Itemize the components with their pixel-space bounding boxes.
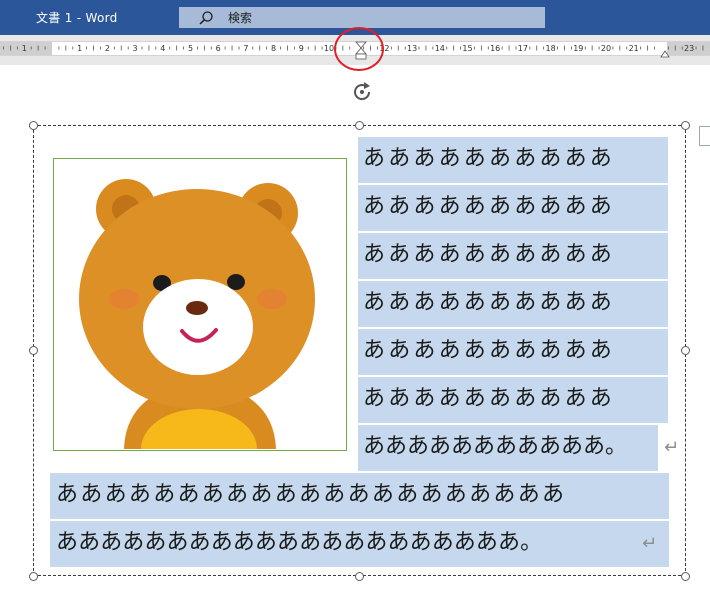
text-line-5[interactable]: ああああああああああ — [358, 329, 668, 375]
text-line-7[interactable]: あああああああああああ。 — [358, 425, 658, 471]
ruler-number: 21 — [629, 44, 639, 53]
resize-handle-bottom-left[interactable] — [29, 572, 38, 581]
resize-handle-top-center[interactable] — [355, 121, 364, 130]
text-line-1[interactable]: ああああああああああ — [358, 137, 668, 183]
ruler-number: 1 — [22, 44, 27, 53]
ruler-number: 3 — [133, 44, 138, 53]
search-placeholder: 検索 — [228, 11, 253, 25]
resize-handle-bottom-right[interactable] — [681, 572, 690, 581]
ruler-number: 23 — [684, 44, 694, 53]
ruler-number: 2 — [105, 44, 110, 53]
text-line-4[interactable]: ああああああああああ — [358, 281, 668, 327]
search-icon[interactable] — [198, 10, 214, 26]
ruler-number: 14 — [435, 44, 445, 53]
annotation-circle — [334, 27, 384, 71]
ruler-number: 7 — [243, 44, 248, 53]
text-line-9[interactable]: あああああああああああああああああああああ。 — [50, 521, 669, 567]
text-line-6[interactable]: ああああああああああ — [358, 377, 668, 423]
paragraph-mark-2: ↵ — [642, 533, 658, 554]
bear-picture[interactable] — [53, 158, 347, 451]
ruler-number: 20 — [601, 44, 611, 53]
ruler-number: 19 — [573, 44, 583, 53]
layout-options-icon[interactable] — [699, 126, 710, 146]
ruler-number: 8 — [271, 44, 276, 53]
ruler-number: 6 — [216, 44, 221, 53]
ruler-number: 9 — [299, 44, 304, 53]
ruler-number: 18 — [546, 44, 556, 53]
text-line-2[interactable]: ああああああああああ — [358, 185, 668, 231]
resize-handle-top-right[interactable] — [681, 121, 690, 130]
ruler-number: 1 — [77, 44, 82, 53]
paragraph-mark: ↵ — [664, 437, 680, 458]
resize-handle-top-left[interactable] — [29, 121, 38, 130]
text-line-3[interactable]: ああああああああああ — [358, 233, 668, 279]
rotate-handle-icon[interactable] — [350, 80, 374, 104]
resize-handle-middle-right[interactable] — [681, 346, 690, 355]
right-indent-marker[interactable] — [660, 50, 670, 58]
ruler-number: 17 — [518, 44, 528, 53]
resize-handle-middle-left[interactable] — [29, 346, 38, 355]
window-title: 文書 1 - Word — [36, 11, 118, 25]
resize-handle-bottom-center[interactable] — [355, 572, 364, 581]
ruler-number: 16 — [490, 44, 500, 53]
text-line-8[interactable]: あああああああああああああああああああああ — [50, 473, 669, 519]
ruler-number: 10 — [324, 44, 334, 53]
ruler-number: 4 — [160, 44, 165, 53]
ruler-number: 5 — [188, 44, 193, 53]
bear-illustration-icon — [79, 179, 315, 449]
ruler-number: 15 — [462, 44, 472, 53]
ruler-number: 13 — [407, 44, 417, 53]
